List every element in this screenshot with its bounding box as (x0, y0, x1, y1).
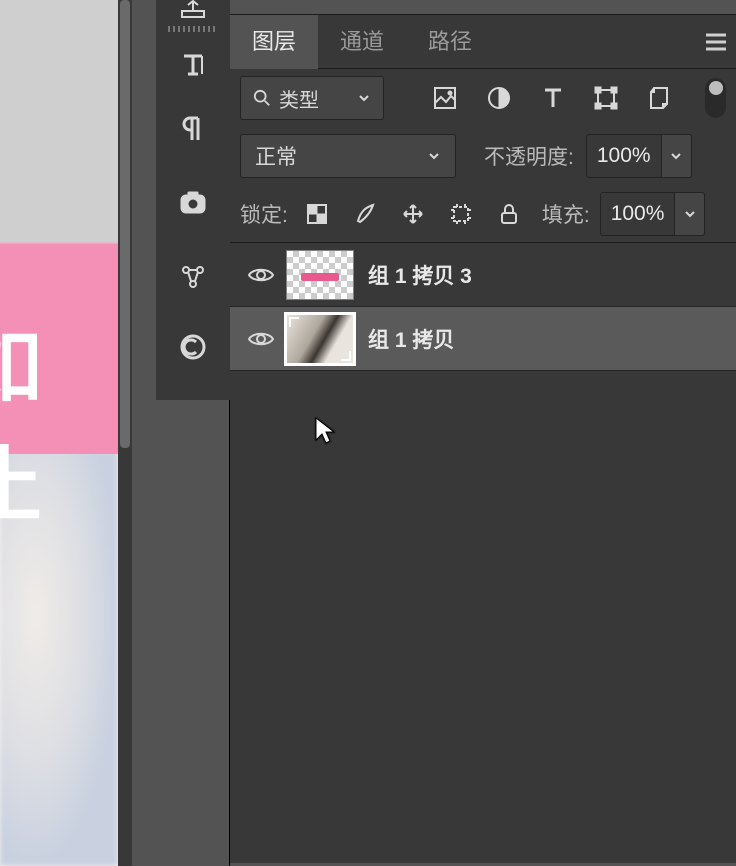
cc-icon[interactable] (156, 324, 230, 370)
opacity-input[interactable]: 100% (586, 134, 692, 178)
opacity-label: 不透明度: (484, 141, 574, 171)
filter-shape-icon[interactable] (585, 76, 627, 120)
lock-paint-icon[interactable] (346, 195, 384, 233)
layer-thumbnail[interactable] (286, 250, 354, 300)
visibility-toggle[interactable] (238, 243, 284, 307)
fill-input[interactable]: 100% (600, 192, 706, 236)
filter-smartobject-icon[interactable] (639, 76, 681, 120)
panel-tabs: 图层 通道 路径 (230, 15, 736, 69)
vertical-tool-strip (156, 0, 230, 866)
opacity-dropdown[interactable] (662, 134, 692, 178)
document-canvas[interactable]: 如止 (0, 0, 118, 866)
tab-channels[interactable]: 通道 (318, 15, 406, 69)
blend-row: 正常 不透明度: 100% (230, 127, 736, 185)
blend-mode-value: 正常 (255, 141, 297, 171)
tab-layers[interactable]: 图层 (230, 15, 318, 69)
layer-name[interactable]: 组 1 拷贝 (368, 324, 454, 354)
paragraph-icon[interactable] (156, 106, 230, 152)
fill-value[interactable]: 100% (600, 192, 676, 236)
filter-type-label: 类型 (279, 84, 319, 113)
layer-row[interactable]: 组 1 拷贝 (230, 307, 736, 371)
filter-adjustment-icon[interactable] (478, 76, 520, 120)
fill-label: 填充: (542, 199, 590, 229)
opacity-value[interactable]: 100% (586, 134, 662, 178)
layer-filter-row: 类型 (230, 69, 736, 127)
tab-paths[interactable]: 路径 (406, 15, 494, 69)
filter-pixel-icon[interactable] (424, 76, 466, 120)
filter-text-icon[interactable] (532, 76, 574, 120)
filter-toggle[interactable] (705, 78, 726, 118)
lock-artboard-icon[interactable] (442, 195, 480, 233)
layer-thumbnail[interactable] (286, 314, 354, 364)
lock-all-icon[interactable] (490, 195, 528, 233)
export-icon[interactable] (156, 0, 230, 24)
share-icon[interactable] (156, 254, 230, 300)
visibility-toggle[interactable] (238, 307, 284, 371)
lock-position-icon[interactable] (394, 195, 432, 233)
layers-panel: 图层 通道 路径 类型 (230, 0, 736, 866)
layers-list: 组 1 拷贝 3 组 1 拷贝 (230, 243, 736, 863)
layer-row[interactable]: 组 1 拷贝 3 (230, 243, 736, 307)
canvas-vertical-scrollbar-thumb[interactable] (120, 0, 130, 448)
mouse-cursor-icon (314, 416, 336, 446)
blend-mode-select[interactable]: 正常 (240, 134, 456, 178)
layer-name[interactable]: 组 1 拷贝 3 (368, 260, 472, 290)
lock-row: 锁定: 填充: 100% (230, 185, 736, 243)
text-tool-icon[interactable] (156, 42, 230, 88)
panel-menu-icon[interactable] (696, 15, 736, 69)
lock-label: 锁定: (240, 199, 288, 229)
camera-icon[interactable] (156, 180, 230, 226)
fill-dropdown[interactable] (675, 192, 705, 236)
filter-type-select[interactable]: 类型 (240, 76, 384, 120)
lock-transparency-icon[interactable] (298, 195, 336, 233)
canvas-text-overlay: 如止 (0, 300, 118, 538)
